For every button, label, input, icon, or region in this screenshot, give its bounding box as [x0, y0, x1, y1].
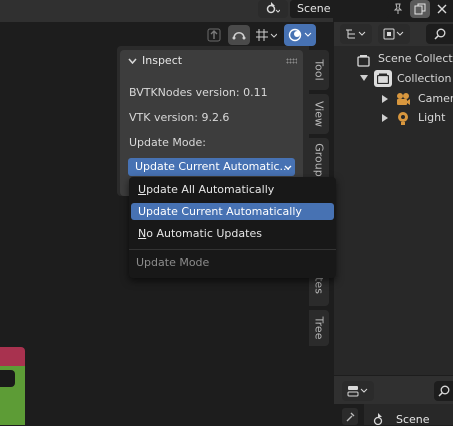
menu-item-no-automatic[interactable]: No Automatic Updates: [131, 225, 334, 242]
scene-selector-button[interactable]: [258, 0, 288, 18]
tab-group[interactable]: Group: [309, 138, 329, 182]
properties-scene-label: Scene: [396, 413, 430, 426]
properties-editor-type-button[interactable]: [342, 381, 374, 401]
menu-item-update-all[interactable]: Update All Automatically: [131, 181, 334, 198]
camera-icon: [395, 91, 411, 107]
outliner-item-label: Collection: [397, 72, 452, 85]
panel-title: Inspect: [142, 54, 183, 67]
drag-handle-icon[interactable]: [286, 58, 297, 64]
search-icon[interactable]: [426, 24, 453, 44]
outliner-item[interactable]: Scene Collection: [354, 51, 453, 69]
chevron-right-icon[interactable]: [381, 94, 389, 104]
scene-name-field[interactable]: Scene: [290, 0, 389, 18]
inspect-panel: Inspect BVTKNodes version: 0.11 VTK vers…: [120, 50, 303, 196]
light-icon: [395, 110, 411, 126]
pin-icon[interactable]: [390, 0, 406, 18]
close-icon[interactable]: [432, 0, 452, 18]
scene-icon: [266, 1, 281, 17]
chevron-down-icon: [127, 56, 137, 66]
scene-icon: [372, 412, 386, 425]
outliner-item[interactable]: Light: [354, 109, 453, 127]
display-mode-button[interactable]: [378, 24, 410, 44]
outliner-item[interactable]: Collection: [354, 70, 453, 88]
chevron-down-icon: [283, 164, 292, 171]
outliner-item[interactable]: Camera: [354, 90, 453, 108]
parent-icon[interactable]: [203, 25, 225, 45]
chevron-down-icon[interactable]: [359, 73, 369, 83]
update-mode-dropdown[interactable]: Update Current Automatic...: [128, 158, 295, 176]
search-icon[interactable]: [434, 381, 453, 401]
copy-icon[interactable]: [410, 0, 430, 18]
tool-icon[interactable]: [342, 408, 358, 425]
outliner-item-label: Scene Collection: [378, 52, 453, 65]
overlay-icon[interactable]: [284, 24, 316, 46]
menu-footer-title: Update Mode: [136, 256, 210, 269]
grid-snap-icon[interactable]: [252, 25, 280, 45]
outliner-item-label: Camera: [418, 92, 453, 105]
menu-item-update-current[interactable]: Update Current Automatically: [131, 203, 334, 220]
update-mode-menu: Update All Automatically Update Current …: [129, 177, 336, 278]
outliner-item-label: Light: [418, 111, 446, 124]
panel-header[interactable]: Inspect: [120, 50, 303, 72]
update-mode-selected: Update Current Automatic...: [135, 160, 291, 173]
scene-collection-icon: [356, 53, 370, 67]
tab-view[interactable]: View: [309, 94, 329, 134]
tab-tool[interactable]: Tool: [309, 50, 329, 90]
editor-type-button[interactable]: [340, 24, 372, 44]
bvtk-version-text: BVTKNodes version: 0.11: [129, 86, 268, 99]
curve-icon[interactable]: [228, 25, 250, 45]
tab-tree[interactable]: Tree: [309, 310, 329, 346]
node-socket-field[interactable]: [0, 370, 15, 387]
update-mode-label: Update Mode:: [129, 136, 207, 149]
chevron-right-icon[interactable]: [381, 113, 389, 123]
node-header[interactable]: [0, 347, 25, 366]
menu-separator: [129, 249, 336, 250]
collection-icon: [374, 70, 392, 87]
vtk-version-text: VTK version: 9.2.6: [129, 111, 230, 124]
